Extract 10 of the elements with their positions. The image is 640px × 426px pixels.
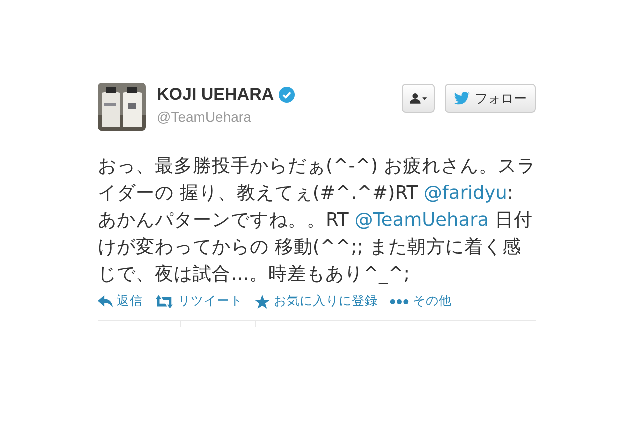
retweet-action[interactable]: リツイート [155, 293, 243, 310]
mention-link[interactable]: @TeamUehara [354, 210, 490, 231]
more-action[interactable]: その他 [390, 293, 452, 310]
author-name[interactable]: KOJI UEHARA [157, 85, 274, 105]
favorite-action[interactable]: お気に入りに登録 [255, 293, 378, 310]
author-handle[interactable]: @TeamUehara [157, 109, 402, 125]
reply-action[interactable]: 返信 [98, 293, 143, 310]
mention-link[interactable]: @faridyu [424, 183, 508, 204]
follow-button[interactable]: フォロー [445, 84, 536, 113]
tweet-text: おっ、最多勝投手からだぁ(^-^) お疲れさん。スライダーの 握り、教えてぇ(#^.^#)RT @faridyu: あかんパターンですね。。RT @TeamUehara 日付けが変わってからの 移動(^^;; また朝方に着く感じで、夜は試合…。時差もあり^_^; [98, 155, 536, 287]
